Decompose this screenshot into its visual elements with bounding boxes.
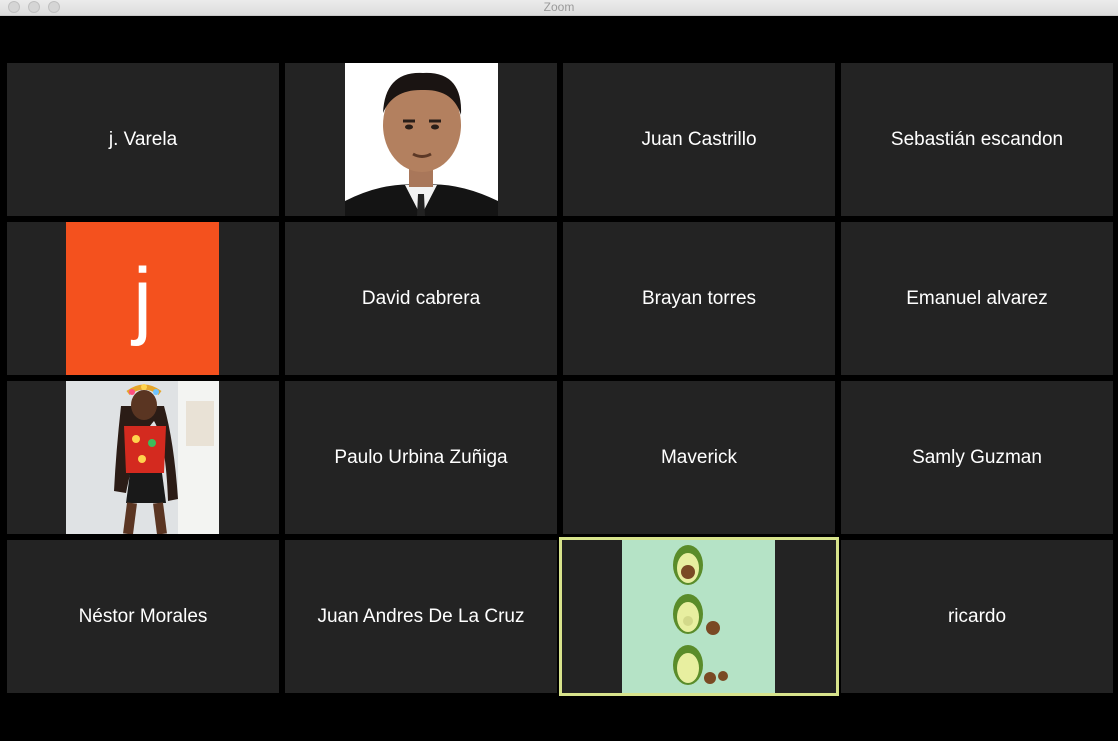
window-titlebar: Zoom (0, 0, 1118, 16)
active-speaker-tile[interactable] (559, 537, 839, 696)
participant-tile[interactable]: Samly Guzman (841, 381, 1113, 534)
avatar-initial: j (132, 250, 153, 347)
participant-tile[interactable]: ricardo (841, 540, 1113, 693)
participant-tile[interactable]: Maverick (563, 381, 835, 534)
participant-name: David cabrera (361, 287, 481, 309)
participant-tile[interactable]: Juan Castrillo (563, 63, 835, 216)
participant-photo (345, 63, 498, 216)
participant-name: Emanuel alvarez (906, 287, 1048, 309)
participant-name: Maverick (660, 446, 737, 468)
participant-tile[interactable]: j. Varela (7, 63, 279, 216)
participant-tile[interactable]: Sebastián escandon (841, 63, 1113, 216)
participant-tile[interactable]: Emanuel alvarez (841, 222, 1113, 375)
participant-tile[interactable]: Paulo Urbina Zuñiga (285, 381, 557, 534)
participant-avatar: j (66, 222, 219, 375)
participant-name: Paulo Urbina Zuñiga (334, 446, 508, 468)
gallery-view: j. Varela Juan Castrillo Sebastián escan… (0, 16, 1118, 741)
participant-name: j. Varela (108, 128, 178, 150)
participant-tile[interactable]: Néstor Morales (7, 540, 279, 693)
participant-name: ricardo (947, 605, 1007, 627)
participant-name: Brayan torres (641, 287, 757, 309)
participant-tile[interactable] (7, 381, 279, 534)
participant-photo (66, 381, 219, 534)
participant-tile[interactable]: David cabrera (285, 222, 557, 375)
participant-name: Samly Guzman (912, 446, 1042, 468)
window-title: Zoom (543, 0, 575, 14)
participant-photo (622, 540, 775, 693)
participant-name: Néstor Morales (78, 605, 208, 627)
participant-name: Juan Andres De La Cruz (317, 605, 525, 627)
participant-tile[interactable]: Brayan torres (563, 222, 835, 375)
participant-tile[interactable] (285, 63, 557, 216)
participant-name: Juan Castrillo (641, 128, 757, 150)
participant-tile[interactable]: Juan Andres De La Cruz (285, 540, 557, 693)
participant-tile[interactable]: j (7, 222, 279, 375)
participant-name: Sebastián escandon (890, 128, 1064, 150)
